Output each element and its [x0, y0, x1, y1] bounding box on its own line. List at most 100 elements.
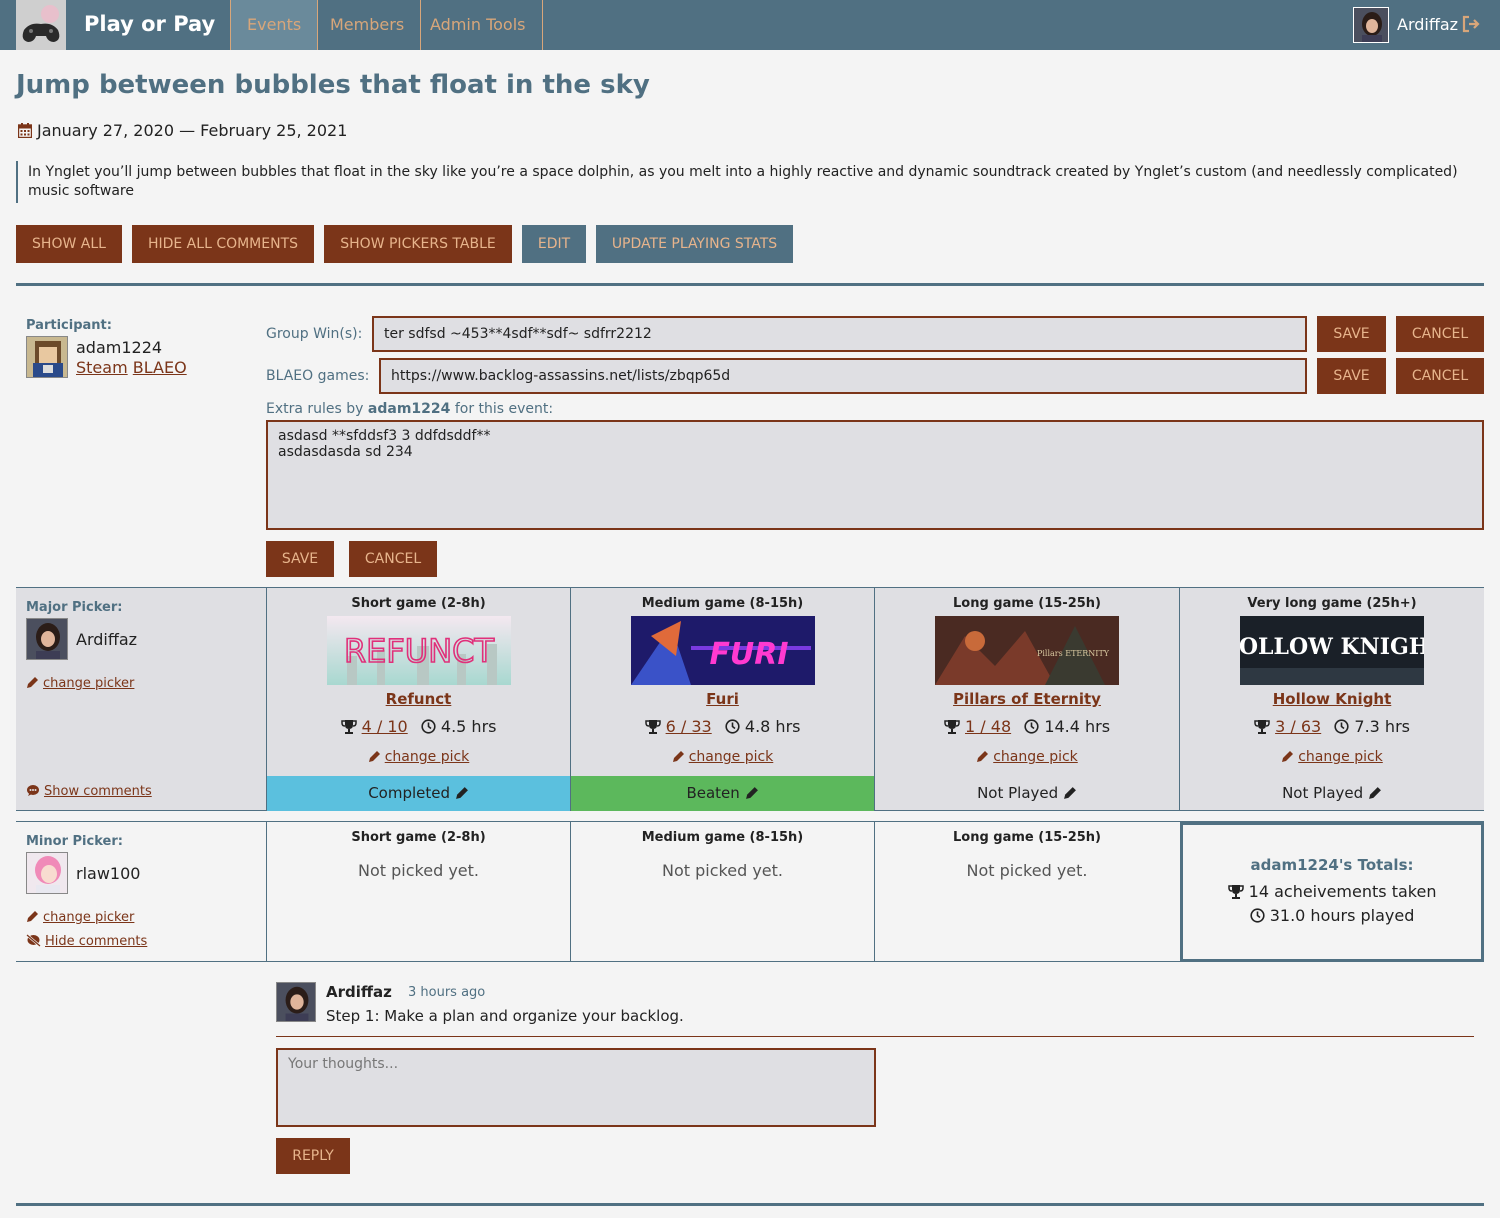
- update-playing-stats-button[interactable]: Update playing stats: [596, 225, 793, 263]
- reply-textarea[interactable]: Your thoughts...: [276, 1048, 876, 1127]
- minor-change-picker-link[interactable]: change picker: [43, 910, 134, 925]
- extra-rules-user: adam1224: [367, 401, 451, 417]
- change-pick-link[interactable]: change pick: [385, 749, 470, 765]
- extra-rules-label: Extra rules by adam1224 for this event:: [266, 401, 553, 417]
- change-pick[interactable]: change pick: [571, 749, 874, 765]
- game-title-link[interactable]: Hollow Knight: [1273, 690, 1392, 708]
- major-picker-label: Major Picker:: [26, 600, 123, 615]
- minor-hide-comments[interactable]: Hide comments: [26, 934, 147, 949]
- extra-rules-prefix: Extra rules by: [266, 401, 368, 417]
- major-show-comments[interactable]: Show comments: [26, 784, 152, 799]
- hide-all-comments-button[interactable]: Hide all comments: [132, 225, 314, 263]
- change-pick-link[interactable]: change pick: [1298, 749, 1383, 765]
- status-text: Completed: [368, 784, 451, 802]
- blaeo-save-button[interactable]: Save: [1317, 358, 1386, 394]
- change-pick[interactable]: change pick: [1180, 749, 1484, 765]
- minor-hide-comments-link[interactable]: Hide comments: [45, 934, 147, 949]
- achievements-link[interactable]: 4 / 10: [362, 717, 408, 736]
- blaeo-link[interactable]: BLAEO: [133, 358, 187, 377]
- logout-icon[interactable]: [1461, 14, 1481, 34]
- status-badge[interactable]: Not Played: [1180, 776, 1484, 811]
- game-cover-furi[interactable]: FURI: [631, 616, 815, 685]
- participant-label: Participant:: [26, 318, 112, 333]
- cover-title: HOLLOW KNIGHT: [1240, 634, 1424, 660]
- trophy-icon: [340, 720, 357, 734]
- status-badge[interactable]: Completed: [267, 776, 570, 811]
- game-cover-refunct[interactable]: REFUNCT: [327, 616, 511, 685]
- tab-members[interactable]: Members: [314, 0, 422, 50]
- user-name[interactable]: Ardiffaz: [1397, 15, 1458, 34]
- game-category: Medium game (8-15h): [641, 596, 804, 611]
- comment-author[interactable]: Ardiffaz: [326, 983, 392, 1001]
- game-stats: 1 / 48 14.4 hrs: [875, 717, 1179, 736]
- pencil-icon: [455, 787, 468, 799]
- show-all-button[interactable]: Show all: [16, 225, 122, 263]
- page-title: Jump between bubbles that float in the s…: [16, 70, 650, 100]
- brand-name[interactable]: Play or Pay: [84, 12, 215, 36]
- achievements-link[interactable]: 3 / 63: [1275, 717, 1321, 736]
- minor-slot-medium: Medium game (8-15h) Not picked yet.: [570, 822, 874, 962]
- edit-button[interactable]: Edit: [522, 225, 586, 263]
- change-pick-link[interactable]: change pick: [993, 749, 1078, 765]
- extra-rules-textarea[interactable]: asdasd **sfddsf3 3 ddfdsddf** asdasdasda…: [266, 420, 1484, 530]
- game-title-link[interactable]: Refunct: [386, 690, 452, 708]
- participant-name[interactable]: adam1224: [76, 338, 162, 357]
- totals-hours: 31.0 hours played: [1183, 906, 1481, 925]
- change-pick[interactable]: change pick: [875, 749, 1179, 765]
- extra-rules-save-button[interactable]: Save: [266, 541, 334, 577]
- tab-admin-tools[interactable]: Admin Tools: [414, 0, 543, 50]
- extra-rules-cancel-button[interactable]: Cancel: [349, 541, 437, 577]
- change-pick[interactable]: change pick: [267, 749, 570, 765]
- status-text: Not Played: [977, 784, 1059, 802]
- calendar-icon: [17, 123, 33, 139]
- achievements-link[interactable]: 1 / 48: [965, 717, 1011, 736]
- game-title[interactable]: Furi: [571, 690, 874, 708]
- game-title[interactable]: Pillars of Eternity: [875, 690, 1179, 708]
- blaeo-games-input[interactable]: https://www.backlog-assassins.net/lists/…: [379, 358, 1307, 394]
- major-change-picker-link[interactable]: change picker: [43, 676, 134, 691]
- game-title-link[interactable]: Pillars of Eternity: [953, 690, 1101, 708]
- pencil-icon: [27, 677, 38, 688]
- site-logo[interactable]: [16, 0, 66, 50]
- pencil-icon: [977, 751, 989, 762]
- reply-button[interactable]: Reply: [276, 1138, 350, 1174]
- bottom-divider: [16, 1203, 1484, 1206]
- status-text: Not Played: [1282, 784, 1364, 802]
- minor-slot-short: Short game (2-8h) Not picked yet.: [266, 822, 570, 962]
- totals-title: adam1224's Totals:: [1250, 856, 1414, 874]
- achievements-link[interactable]: 6 / 33: [666, 717, 712, 736]
- group-wins-cancel-button[interactable]: Cancel: [1396, 316, 1484, 352]
- tab-events[interactable]: Events: [230, 0, 319, 50]
- status-badge[interactable]: Beaten: [571, 776, 874, 811]
- major-show-comments-link[interactable]: Show comments: [44, 784, 152, 799]
- clock-icon: [421, 719, 436, 734]
- steam-link[interactable]: Steam: [76, 358, 128, 377]
- game-cover-hollow-knight[interactable]: HOLLOW KNIGHT: [1240, 616, 1424, 685]
- cover-title: REFUNCT: [344, 632, 495, 670]
- minor-picker-avatar: [26, 852, 68, 894]
- pencil-icon: [368, 751, 380, 762]
- game-cover-pillars[interactable]: Pillars ETERNITY: [935, 616, 1119, 685]
- top-nav: Play or Pay Events Members Admin Tools A…: [0, 0, 1500, 50]
- game-title[interactable]: Hollow Knight: [1180, 690, 1484, 708]
- minor-slot-long: Long game (15-25h) Not picked yet.: [874, 822, 1179, 962]
- extra-rules-suffix: for this event:: [450, 401, 554, 417]
- minor-change-picker[interactable]: change picker: [26, 910, 134, 925]
- show-pickers-table-button[interactable]: Show pickers table: [324, 225, 512, 263]
- game-title[interactable]: Refunct: [267, 690, 570, 708]
- game-title-link[interactable]: Furi: [706, 690, 739, 708]
- change-pick-link[interactable]: change pick: [689, 749, 774, 765]
- clock-icon: [1250, 908, 1265, 923]
- totals-achievements-text: 14 acheivements taken: [1248, 882, 1437, 901]
- group-wins-save-button[interactable]: Save: [1317, 316, 1386, 352]
- group-wins-input[interactable]: ter sdfsd ~453**4sdf**sdf~ sdfrr2212: [372, 316, 1307, 352]
- comment-time: 3 hours ago: [408, 985, 486, 1000]
- blaeo-cancel-button[interactable]: Cancel: [1396, 358, 1484, 394]
- totals-hours-text: 31.0 hours played: [1269, 906, 1415, 925]
- user-avatar[interactable]: [1353, 7, 1389, 43]
- major-change-picker[interactable]: change picker: [26, 676, 134, 691]
- comment-avatar: [276, 982, 316, 1022]
- pencil-icon: [745, 787, 758, 799]
- game-category: Short game (2-8h): [351, 596, 486, 611]
- status-badge[interactable]: Not Played: [875, 776, 1179, 811]
